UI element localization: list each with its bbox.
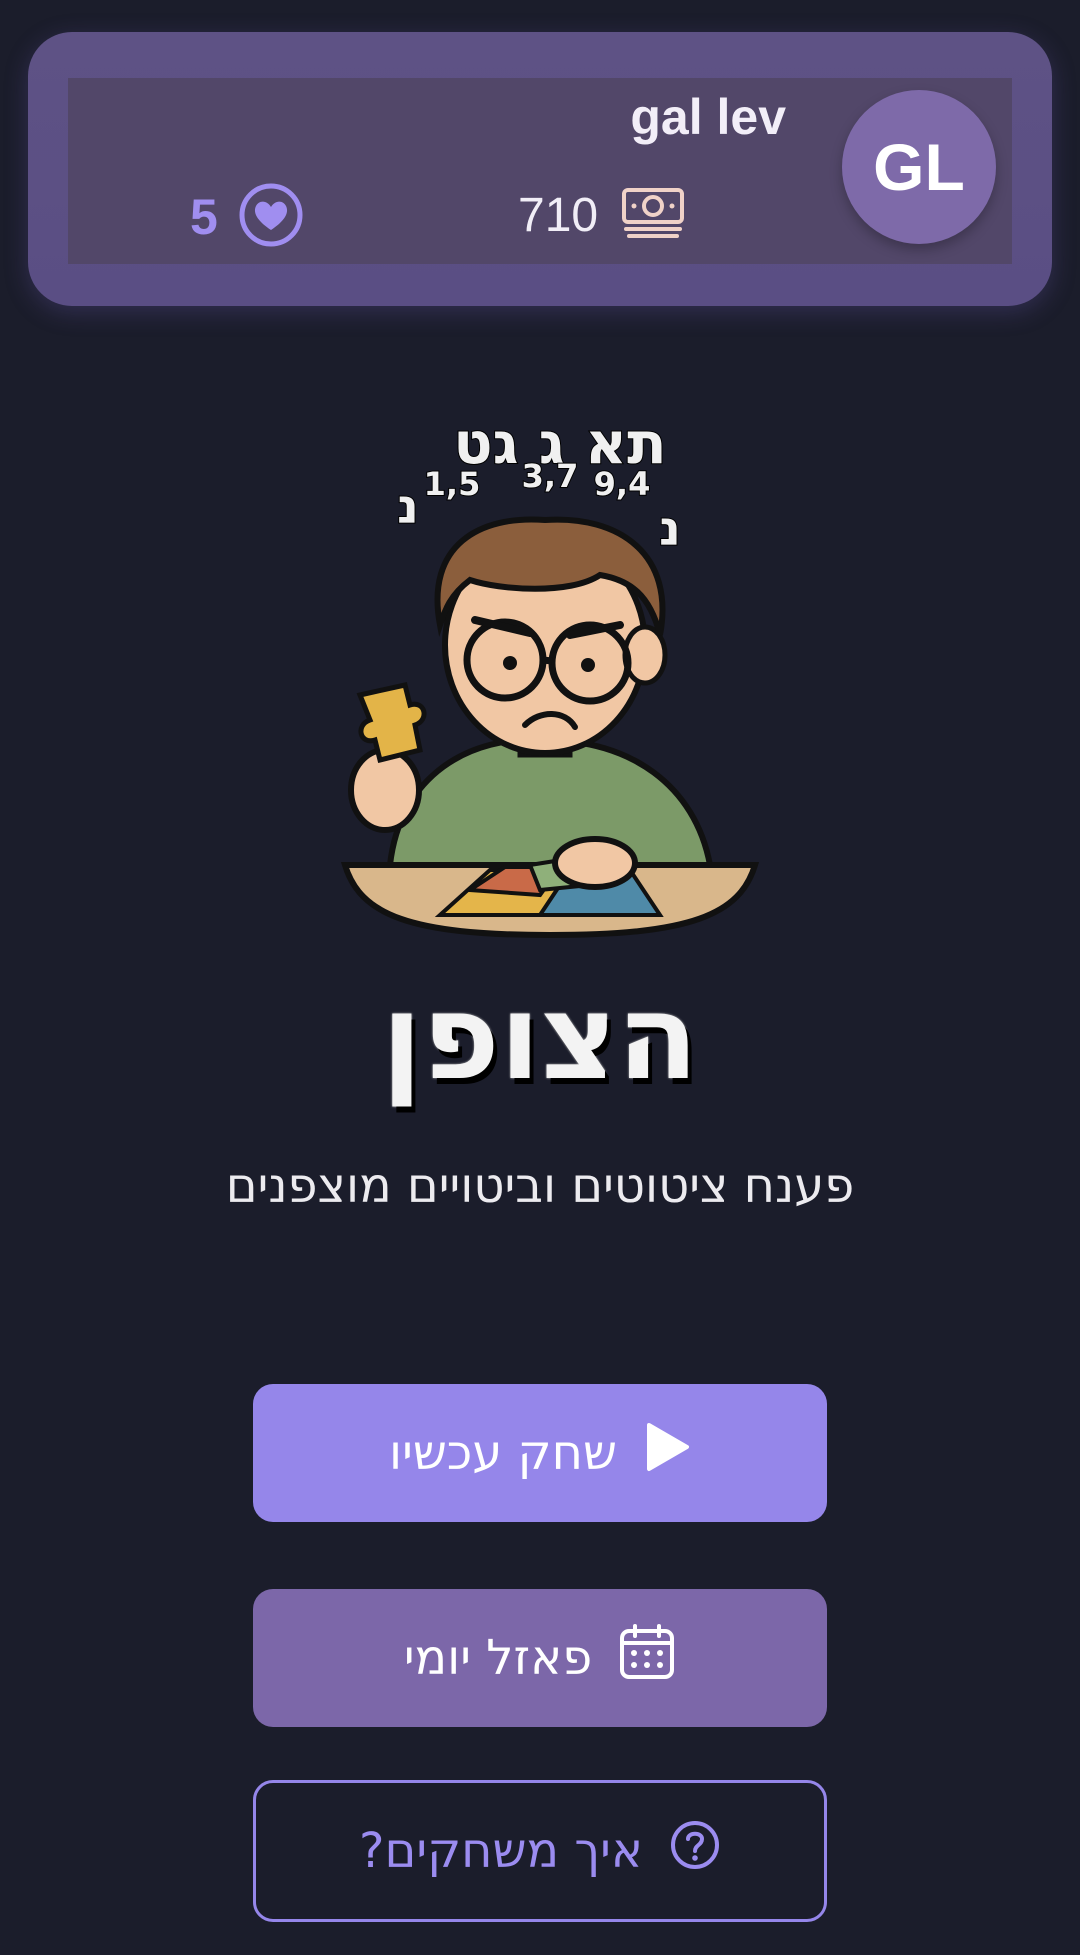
heart-icon: [238, 182, 304, 252]
lives-value: 5: [190, 189, 218, 245]
how-to-play-button[interactable]: איך משחקים?: [253, 1780, 827, 1922]
profile-panel: GL gal lev 710 5: [68, 78, 1012, 264]
daily-puzzle-button[interactable]: פאזל יומי: [253, 1589, 827, 1727]
money-icon: [620, 186, 686, 244]
cipher-number-2: 3,7: [522, 457, 579, 495]
app-subtitle: פענח ציטוטים וביטויים מוצפנים: [225, 1158, 855, 1214]
coins-counter: 710: [518, 186, 686, 244]
play-now-button[interactable]: שחק עכשיו: [253, 1384, 827, 1522]
question-circle-icon: [669, 1819, 721, 1883]
user-name: gal lev: [630, 89, 786, 145]
lives-counter: 5: [190, 182, 304, 252]
daily-puzzle-label: פאזל יומי: [403, 1630, 593, 1686]
how-to-play-label: איך משחקים?: [359, 1823, 643, 1879]
cipher-letter-right: נ: [659, 501, 681, 557]
hero-illustration: תא ג גט 1,5 3,7 9,4 נ נ: [330, 395, 770, 940]
cipher-letter-left: נ: [397, 479, 419, 535]
profile-card: GL gal lev 710 5: [28, 32, 1052, 306]
cipher-number-3: 9,4: [594, 465, 651, 503]
coins-value: 710: [518, 188, 599, 242]
avatar[interactable]: GL: [842, 90, 996, 244]
cipher-number-1: 1,5: [424, 465, 481, 503]
play-icon: [643, 1421, 691, 1485]
play-now-label: שחק עכשיו: [389, 1425, 617, 1481]
app-title: הצופן: [381, 968, 699, 1106]
home-screen: GL gal lev 710 5 תא ג גט 1,5 3,7 9,4 נ נ…: [0, 0, 1080, 1955]
avatar-initials: GL: [873, 130, 965, 204]
calendar-icon: [618, 1623, 676, 1693]
